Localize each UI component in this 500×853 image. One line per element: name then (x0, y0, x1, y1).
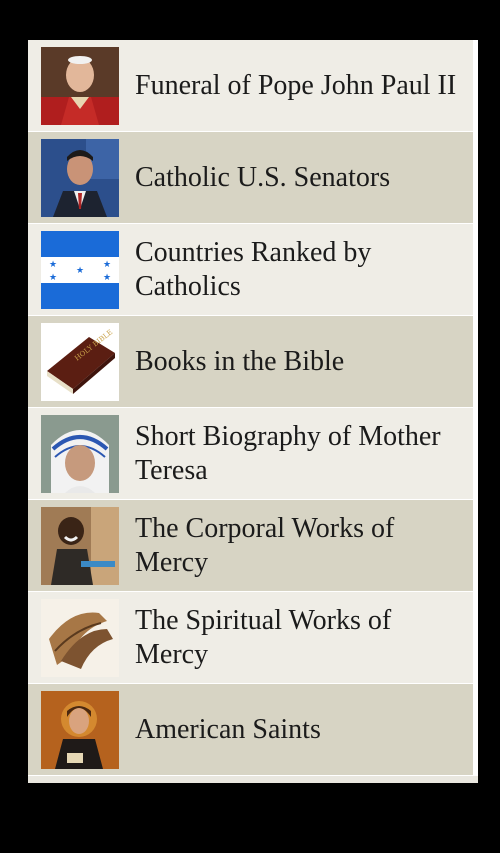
row-divider (473, 316, 478, 407)
row-divider (473, 684, 478, 775)
item-label: American Saints (135, 713, 321, 745)
svg-text:★: ★ (76, 266, 84, 276)
row-divider (473, 224, 478, 315)
pope-portrait-icon (41, 47, 119, 125)
svg-text:★: ★ (103, 273, 111, 283)
list-footer (28, 776, 478, 783)
list-item[interactable]: Short Biography of Mother Teresa (28, 408, 478, 500)
list-item[interactable]: ★ ★ ★ ★ ★ Countries Ranked by Catholics (28, 224, 478, 316)
list-item[interactable]: Funeral of Pope John Paul II (28, 40, 478, 132)
topic-list: Funeral of Pope John Paul II Catholic U.… (28, 40, 478, 783)
list-item[interactable]: HOLY BIBLE Books in the Bible (28, 316, 478, 408)
list-item[interactable]: The Spiritual Works of Mercy (28, 592, 478, 684)
item-label: The Corporal Works of Mercy (135, 512, 395, 578)
item-label: The Spiritual Works of Mercy (135, 604, 392, 670)
row-divider (473, 500, 478, 591)
item-label: Catholic U.S. Senators (135, 161, 391, 193)
senator-portrait-icon (41, 139, 119, 217)
svg-text:★: ★ (49, 260, 57, 270)
row-divider (473, 592, 478, 683)
row-divider (473, 132, 478, 223)
mother-teresa-portrait-icon (41, 415, 119, 493)
honduras-flag-icon: ★ ★ ★ ★ ★ (41, 231, 119, 309)
praying-hands-icon (41, 599, 119, 677)
row-divider (473, 40, 478, 131)
list-item[interactable]: The Corporal Works of Mercy (28, 500, 478, 592)
item-label: Short Biography of Mother Teresa (135, 420, 441, 486)
saint-painting-icon (41, 691, 119, 769)
item-label: Books in the Bible (135, 345, 345, 377)
list-item[interactable]: Catholic U.S. Senators (28, 132, 478, 224)
list-item[interactable]: American Saints (28, 684, 478, 776)
item-label: Funeral of Pope John Paul II (135, 69, 457, 101)
item-label: Countries Ranked by Catholics (135, 236, 372, 302)
row-divider (473, 408, 478, 499)
bible-book-icon: HOLY BIBLE (41, 323, 119, 401)
child-photo-icon (41, 507, 119, 585)
svg-text:★: ★ (49, 273, 57, 283)
svg-text:★: ★ (103, 260, 111, 270)
